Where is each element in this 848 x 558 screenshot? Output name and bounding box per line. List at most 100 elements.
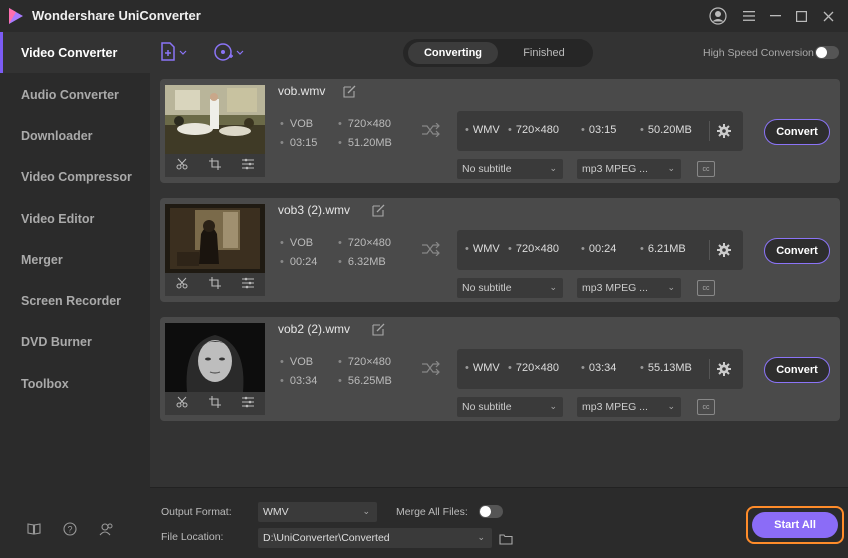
sidebar-item-merger[interactable]: Merger xyxy=(0,239,150,280)
output-settings[interactable]: • WMV • 720×480 • 03:15 • 50.20MB xyxy=(457,111,743,151)
convert-button[interactable]: Convert xyxy=(764,357,830,383)
chevron-down-icon: ⌄ xyxy=(667,401,675,411)
high-speed-toggle[interactable] xyxy=(815,46,839,59)
output-format-label: Output Format: xyxy=(161,506,232,518)
video-thumbnail[interactable] xyxy=(165,323,265,392)
source-size: • 6.32MB xyxy=(338,256,386,268)
main-panel: Converting Finished High Speed Conversio… xyxy=(150,32,848,487)
sidebar-item-label: Merger xyxy=(21,252,63,267)
crop-icon[interactable] xyxy=(208,395,221,413)
maximize-icon[interactable] xyxy=(792,7,810,25)
minimize-icon[interactable] xyxy=(766,7,784,25)
subtitle-dropdown[interactable]: No subtitle ⌄ xyxy=(457,159,563,179)
trim-icon[interactable] xyxy=(176,157,188,175)
book-icon[interactable] xyxy=(27,522,45,540)
output-format: • WMV xyxy=(465,124,500,136)
crop-icon[interactable] xyxy=(208,157,221,175)
divider xyxy=(709,359,710,379)
output-size: • 55.13MB xyxy=(640,362,692,374)
close-icon[interactable] xyxy=(819,7,837,25)
users-icon[interactable] xyxy=(99,522,117,540)
subtitle-dropdown[interactable]: No subtitle ⌄ xyxy=(457,278,563,298)
output-format: • WMV xyxy=(465,362,500,374)
trim-icon[interactable] xyxy=(176,276,188,294)
video-thumbnail[interactable] xyxy=(165,204,265,273)
sidebar-item-toolbox[interactable]: Toolbox xyxy=(0,363,150,404)
divider xyxy=(709,121,710,141)
sidebar-item-screen-recorder[interactable]: Screen Recorder xyxy=(0,280,150,321)
start-all-button[interactable]: Start All xyxy=(752,512,838,538)
add-dvd-icon[interactable] xyxy=(212,41,246,63)
convert-arrow-icon xyxy=(422,241,440,257)
sidebar-item-audio-converter[interactable]: Audio Converter xyxy=(0,74,150,115)
merge-toggle[interactable] xyxy=(479,505,503,518)
sidebar: Video Converter Audio Converter Download… xyxy=(0,32,150,558)
high-speed-label: High Speed Conversion xyxy=(703,47,814,59)
file-card: vob3 (2).wmv • VOB • 720×480 • 00:24 • 6.32M… xyxy=(160,198,840,302)
source-format: • VOB xyxy=(280,356,314,368)
sidebar-item-label: Screen Recorder xyxy=(21,293,122,308)
settings-gear-icon[interactable] xyxy=(717,243,731,257)
tab-finished[interactable]: Finished xyxy=(499,42,589,64)
sidebar-item-video-compressor[interactable]: Video Compressor xyxy=(0,156,150,197)
convert-arrow-icon xyxy=(422,360,440,376)
source-duration: • 03:15 xyxy=(280,137,318,149)
effects-icon[interactable] xyxy=(242,395,255,413)
app-logo-icon xyxy=(9,8,23,24)
settings-gear-icon[interactable] xyxy=(717,124,731,138)
sidebar-item-video-converter[interactable]: Video Converter xyxy=(0,32,150,73)
help-icon[interactable]: ? xyxy=(63,522,81,540)
sidebar-item-dvd-burner[interactable]: DVD Burner xyxy=(0,321,150,362)
rename-icon[interactable] xyxy=(343,85,356,98)
footer-bar: Output Format: WMV ⌄ Merge All Files: Fil… xyxy=(150,487,848,558)
start-all-highlight: Start All xyxy=(746,506,844,544)
rename-icon[interactable] xyxy=(372,323,385,336)
crop-icon[interactable] xyxy=(208,276,221,294)
effects-icon[interactable] xyxy=(242,157,255,175)
merge-label: Merge All Files: xyxy=(396,506,468,518)
folder-icon[interactable] xyxy=(499,532,513,545)
account-icon[interactable] xyxy=(709,7,727,25)
chevron-down-icon: ⌄ xyxy=(667,163,675,173)
sidebar-item-video-editor[interactable]: Video Editor xyxy=(0,198,150,239)
chevron-down-icon: ⌄ xyxy=(477,532,485,542)
sidebar-item-label: Downloader xyxy=(21,128,93,143)
tab-converting[interactable]: Converting xyxy=(408,42,498,64)
divider xyxy=(709,240,710,260)
sidebar-item-label: Toolbox xyxy=(21,376,69,391)
file-name: vob.wmv xyxy=(278,84,326,98)
chevron-down-icon: ⌄ xyxy=(549,282,557,292)
convert-button[interactable]: Convert xyxy=(764,238,830,264)
thumb-toolbar xyxy=(165,154,265,177)
subtitle-icon[interactable]: cc xyxy=(697,280,715,296)
output-resolution: • 720×480 xyxy=(508,124,559,136)
subtitle-icon[interactable]: cc xyxy=(697,399,715,415)
file-location-select[interactable]: D:\UniConverter\Converted ⌄ xyxy=(258,528,492,548)
file-location-label: File Location: xyxy=(161,531,224,543)
file-name: vob2 (2).wmv xyxy=(278,322,351,336)
subtitle-icon[interactable]: cc xyxy=(697,161,715,177)
menu-icon[interactable] xyxy=(740,7,758,25)
output-duration: • 03:15 xyxy=(581,124,617,136)
output-settings[interactable]: • WMV • 720×480 • 03:34 • 55.13MB xyxy=(457,349,743,389)
subtitle-dropdown[interactable]: No subtitle ⌄ xyxy=(457,397,563,417)
trim-icon[interactable] xyxy=(176,395,188,413)
convert-button[interactable]: Convert xyxy=(764,119,830,145)
convert-arrow-icon xyxy=(422,122,440,138)
source-resolution: • 720×480 xyxy=(338,118,391,130)
sidebar-item-downloader[interactable]: Downloader xyxy=(0,115,150,156)
rename-icon[interactable] xyxy=(372,204,385,217)
source-format: • VOB xyxy=(280,118,314,130)
video-thumbnail[interactable] xyxy=(165,85,265,154)
audio-dropdown[interactable]: mp3 MPEG ... ⌄ xyxy=(577,278,681,298)
audio-dropdown[interactable]: mp3 MPEG ... ⌄ xyxy=(577,397,681,417)
audio-dropdown[interactable]: mp3 MPEG ... ⌄ xyxy=(577,159,681,179)
output-format-select[interactable]: WMV ⌄ xyxy=(258,502,377,522)
output-settings[interactable]: • WMV • 720×480 • 00:24 • 6.21MB xyxy=(457,230,743,270)
source-duration: • 03:34 xyxy=(280,375,318,387)
chevron-down-icon: ⌄ xyxy=(362,506,370,516)
effects-icon[interactable] xyxy=(242,276,255,294)
add-file-icon[interactable] xyxy=(159,41,189,63)
title-bar: Wondershare UniConverter xyxy=(0,0,848,32)
settings-gear-icon[interactable] xyxy=(717,362,731,376)
